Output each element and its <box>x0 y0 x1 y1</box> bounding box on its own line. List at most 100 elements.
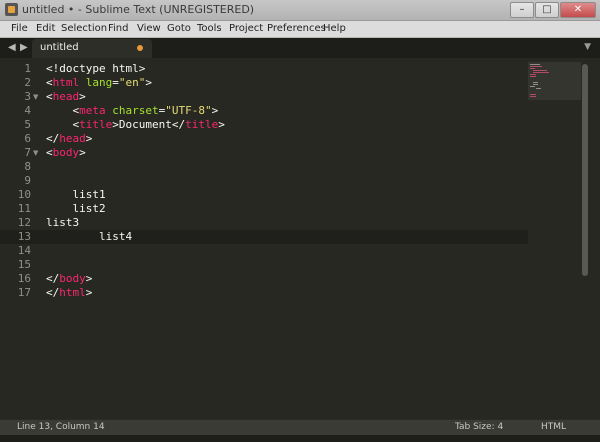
code-token: </ <box>46 286 60 299</box>
code-token: < <box>46 76 53 89</box>
code-text[interactable]: <title>Document</title> <box>46 118 225 132</box>
code-line-16[interactable]: 16 </body> <box>0 272 528 286</box>
menu-bar: File Edit Selection Find View Goto Tools… <box>0 21 600 38</box>
code-token: > <box>145 76 152 89</box>
code-token: > <box>79 90 86 103</box>
code-line-10[interactable]: 10 list1 <box>0 188 528 202</box>
sublime-window: untitled • - Sublime Text (UNREGISTERED)… <box>0 0 600 442</box>
code-text[interactable]: <body> <box>46 146 86 160</box>
arrow-left-icon[interactable]: ◀ <box>8 42 16 53</box>
code-text[interactable]: list3 <box>46 216 79 230</box>
modified-dot-icon[interactable] <box>137 45 143 51</box>
code-token: < <box>46 146 53 159</box>
code-text[interactable]: <!doctype html> <box>46 62 145 76</box>
code-line-13-current[interactable]: 13 list4 <box>0 230 528 244</box>
syntax-button[interactable]: HTML <box>541 422 566 432</box>
menu-tools[interactable]: Tools <box>197 23 222 34</box>
scrollbar-thumb[interactable] <box>582 64 588 276</box>
menu-find[interactable]: Find <box>108 23 129 34</box>
code-text[interactable]: list4 <box>46 230 132 244</box>
code-line-5[interactable]: 5 <title>Document</title> <box>0 118 528 132</box>
title-bar: untitled • - Sublime Text (UNREGISTERED)… <box>0 0 600 21</box>
minimap-line <box>533 84 538 85</box>
code-line-17[interactable]: 17 </html> <box>0 286 528 300</box>
tab-size-button[interactable]: Tab Size: 4 <box>455 422 503 432</box>
code-text[interactable]: <meta charset="UTF-8"> <box>46 104 219 118</box>
maximize-button[interactable]: □ <box>535 2 559 18</box>
tab-bar: ◀ ▶ untitled ▼ <box>0 38 600 58</box>
code-line-6[interactable]: 6 </head> <box>0 132 528 146</box>
code-token: < <box>46 90 53 103</box>
minimap-line <box>530 96 536 97</box>
sublime-text-icon[interactable] <box>5 3 18 16</box>
tab-untitled[interactable]: untitled <box>32 39 152 58</box>
minimap[interactable] <box>528 62 581 100</box>
code-text[interactable]: </body> <box>46 272 92 286</box>
code-token: title <box>79 118 113 131</box>
code-token: body <box>52 146 80 159</box>
minimize-button[interactable]: – <box>510 2 534 18</box>
code-token: head <box>59 132 86 145</box>
arrow-right-icon[interactable]: ▶ <box>20 42 28 53</box>
cursor-position: Line 13, Column 14 <box>17 422 105 432</box>
menu-view[interactable]: View <box>137 23 161 34</box>
code-text[interactable]: list2 <box>46 202 105 216</box>
code-text[interactable]: <html lang="en"> <box>46 76 152 90</box>
menu-help[interactable]: Help <box>323 23 346 34</box>
code-line-11[interactable]: 11 list2 <box>0 202 528 216</box>
code-text[interactable]: list1 <box>46 188 105 202</box>
minimap-line <box>530 94 536 95</box>
status-bar: Line 13, Column 14 Tab Size: 4 HTML <box>0 419 600 435</box>
code-token: </ <box>171 118 186 131</box>
code-line-12[interactable]: 12 list3 <box>0 216 528 230</box>
code-token: </ <box>46 132 60 145</box>
tab-label: untitled <box>40 42 79 53</box>
code-line-1[interactable]: 1 <!doctype html> <box>0 62 528 76</box>
code-token: body <box>59 272 86 285</box>
minimap-line <box>533 72 549 73</box>
fold-triangle-icon[interactable]: ▼ <box>33 90 38 104</box>
line-number: 16 <box>17 272 31 285</box>
close-button[interactable]: ✕ <box>560 2 596 18</box>
code-line-14[interactable]: 14 <box>0 244 528 258</box>
fold-triangle-icon[interactable]: ▼ <box>33 146 38 160</box>
code-token: Document <box>118 118 172 131</box>
code-line-3[interactable]: 3 ▼ <head> <box>0 90 528 104</box>
minimap-line <box>536 88 541 89</box>
menu-preferences[interactable]: Preferences <box>267 23 326 34</box>
code-line-9[interactable]: 9 <box>0 174 528 188</box>
code-editor[interactable]: 1 <!doctype html> 2 <html lang="en"> 3 ▼… <box>0 58 600 419</box>
line-number: 9 <box>24 174 31 187</box>
line-number: 13 <box>17 230 31 243</box>
minimap-line <box>530 76 536 77</box>
code-text[interactable]: </html> <box>46 286 92 300</box>
code-text[interactable]: </head> <box>46 132 92 146</box>
code-token: charset <box>105 104 159 117</box>
code-line-2[interactable]: 2 <html lang="en"> <box>0 76 528 90</box>
menu-selection[interactable]: Selection <box>61 23 107 34</box>
chevron-down-icon[interactable]: ▼ <box>584 42 591 52</box>
menu-file[interactable]: File <box>11 23 28 34</box>
code-text[interactable]: <head> <box>46 90 86 104</box>
menu-edit[interactable]: Edit <box>36 23 55 34</box>
code-token: html <box>52 76 80 89</box>
code-line-15[interactable]: 15 <box>0 258 528 272</box>
menu-goto[interactable]: Goto <box>167 23 191 34</box>
code-token: "en" <box>118 76 146 89</box>
code-token: html <box>59 286 86 299</box>
menu-project[interactable]: Project <box>229 23 263 34</box>
code-token: > <box>85 286 93 299</box>
code-line-4[interactable]: 4 <meta charset="UTF-8"> <box>0 104 528 118</box>
code-token: "UTF-8" <box>165 104 212 117</box>
code-line-7[interactable]: 7 ▼ <body> <box>0 146 528 160</box>
code-token: title <box>185 118 219 131</box>
line-number: 7 <box>24 146 31 159</box>
code-token: > <box>112 118 119 131</box>
code-line-8[interactable]: 8 <box>0 160 528 174</box>
line-number: 6 <box>24 132 31 145</box>
minimap-line <box>530 86 535 87</box>
code-token: !doctype html <box>52 62 139 75</box>
minimap-line <box>530 64 540 65</box>
